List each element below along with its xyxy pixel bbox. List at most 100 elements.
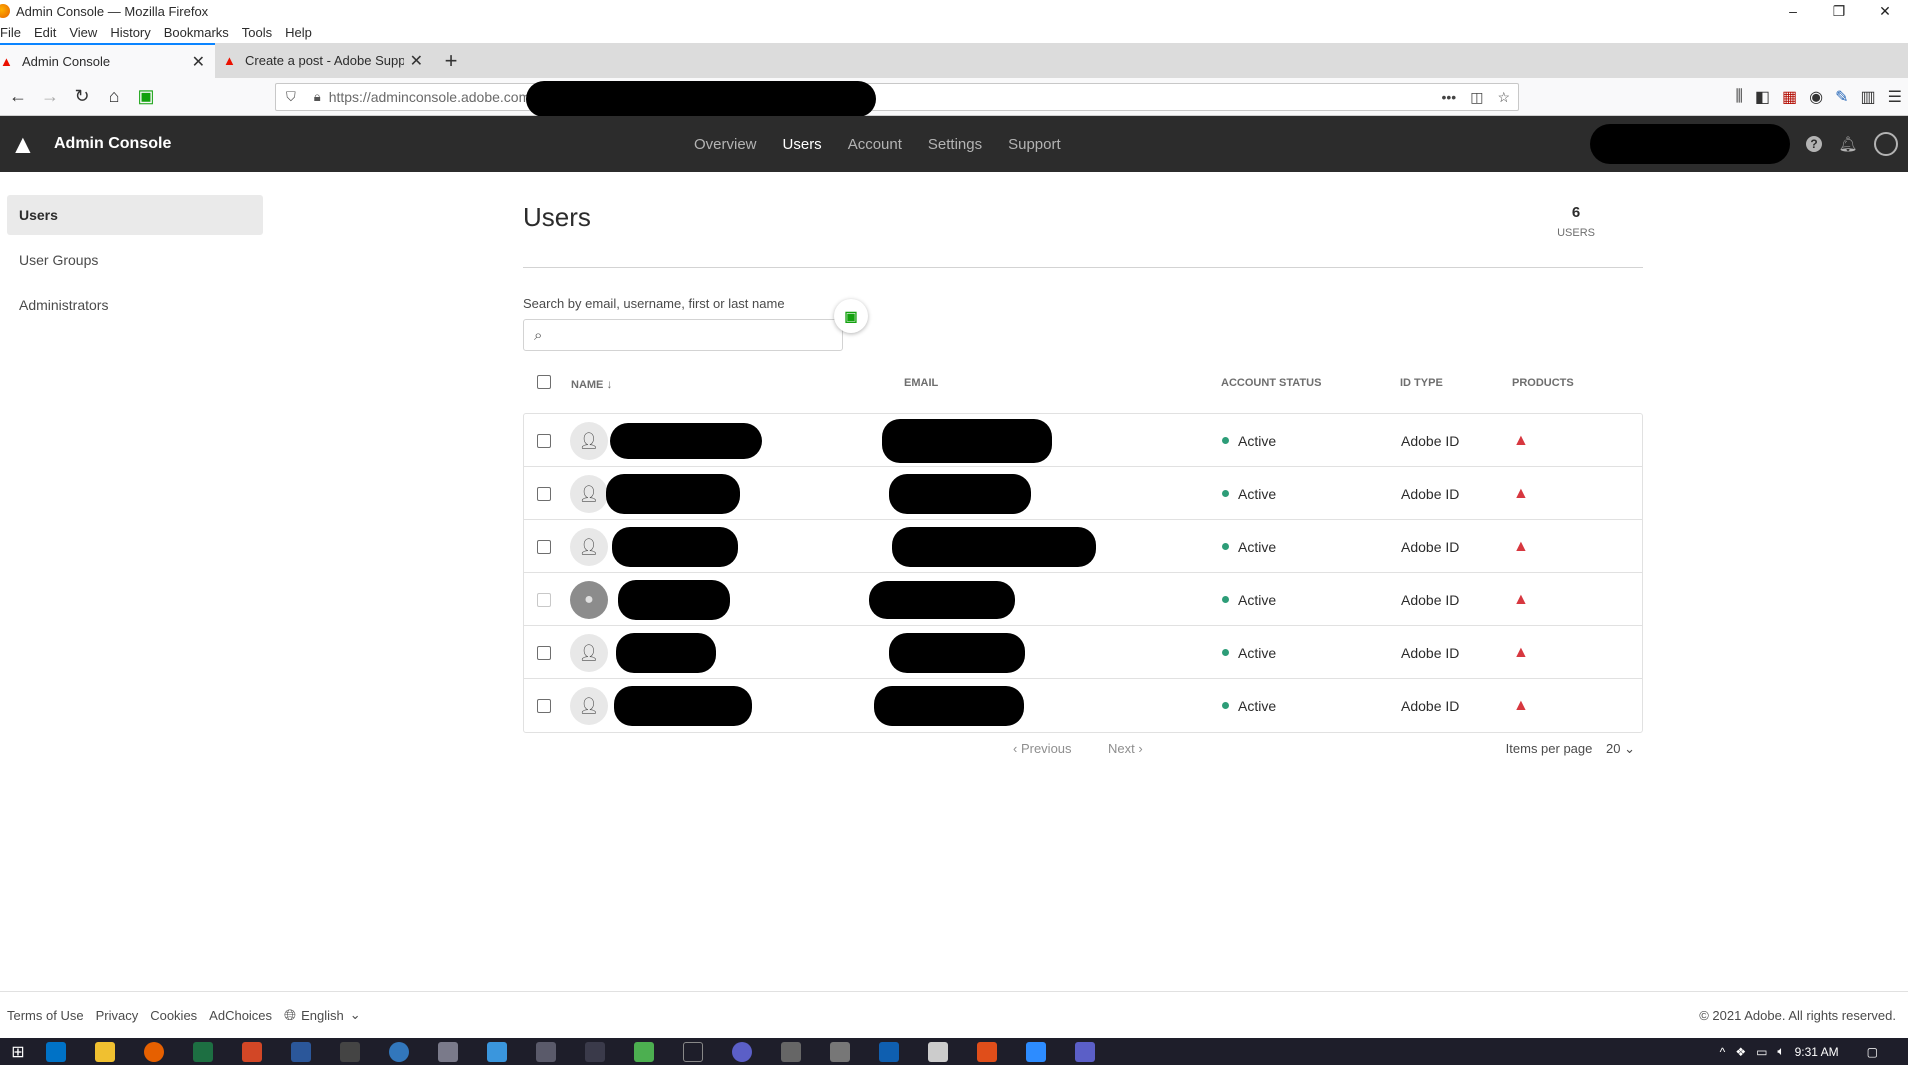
firefox-taskbar-icon[interactable]: [144, 1041, 164, 1062]
table-row[interactable]: 👤︎ Active Adobe ID ▲: [524, 520, 1642, 573]
close-window-button[interactable]: ✕: [1862, 0, 1908, 22]
footer-link-adchoices[interactable]: AdChoices: [209, 1008, 272, 1023]
row-checkbox[interactable]: [537, 679, 551, 732]
back-button[interactable]: ←: [4, 83, 32, 111]
close-tab-icon[interactable]: ✕: [192, 52, 205, 72]
previous-button[interactable]: ‹ Previous: [1013, 741, 1072, 756]
menu-history[interactable]: History: [110, 25, 150, 40]
lock-icon[interactable]: 🔒︎: [314, 89, 321, 105]
reload-button[interactable]: ↻: [68, 83, 96, 111]
nav-support[interactable]: Support: [1008, 136, 1061, 153]
table-row[interactable]: ● Active Adobe ID ▲: [524, 573, 1642, 626]
menu-file[interactable]: File: [0, 25, 21, 40]
app-icon[interactable]: [781, 1041, 801, 1062]
app-icon[interactable]: [732, 1041, 752, 1062]
acrobat-icon[interactable]: [683, 1041, 703, 1062]
menu-bookmarks[interactable]: Bookmarks: [164, 25, 229, 40]
app-icon[interactable]: [879, 1041, 899, 1062]
hamburger-menu-icon[interactable]: ☰: [1888, 87, 1902, 107]
clock[interactable]: 9:31 AM: [1795, 1045, 1839, 1059]
column-name[interactable]: NAME ↓: [571, 377, 612, 391]
minimize-button[interactable]: –: [1770, 0, 1816, 22]
footer-link-cookies[interactable]: Cookies: [150, 1008, 197, 1023]
terminal-icon[interactable]: [340, 1041, 360, 1062]
bell-icon[interactable]: 🔔︎: [1838, 134, 1858, 154]
tray-overflow-icon[interactable]: ^: [1720, 1045, 1726, 1059]
items-per-page-select[interactable]: 20 ⌄: [1606, 741, 1635, 756]
warning-icon[interactable]: ▲: [1513, 644, 1529, 662]
sidebar-item-user-groups[interactable]: User Groups: [7, 240, 263, 280]
extension-badge-icon[interactable]: ✎: [1835, 87, 1848, 107]
pdf-icon[interactable]: ▦: [1782, 87, 1797, 107]
language-selector[interactable]: 🌐︎ English ⌄: [284, 1007, 361, 1024]
app-icon[interactable]: [928, 1041, 948, 1062]
powerpoint-icon[interactable]: [242, 1041, 262, 1062]
pocket-icon[interactable]: ◫: [1470, 89, 1483, 106]
sidebar-item-users[interactable]: Users: [7, 195, 263, 235]
user-name-redacted[interactable]: [612, 520, 738, 573]
home-button[interactable]: ⌂: [100, 83, 128, 111]
menu-tools[interactable]: Tools: [242, 25, 272, 40]
teams-icon[interactable]: [1075, 1041, 1095, 1062]
bookmark-star-icon[interactable]: ☆: [1497, 89, 1510, 106]
footer-link-terms[interactable]: Terms of Use: [7, 1008, 84, 1023]
windows-start-icon[interactable]: ⊞: [8, 1042, 28, 1062]
warning-icon[interactable]: ▲: [1513, 697, 1529, 715]
page-actions-icon[interactable]: •••: [1441, 89, 1456, 106]
dropbox-icon[interactable]: ❖: [1735, 1045, 1746, 1059]
barcode-icon[interactable]: ▥: [1861, 87, 1876, 107]
adobe-logo-icon[interactable]: ▲: [10, 131, 38, 157]
user-name-redacted[interactable]: [616, 626, 716, 679]
sidebar-item-administrators[interactable]: Administrators: [7, 285, 263, 325]
warning-icon[interactable]: ▲: [1513, 591, 1529, 609]
user-avatar-icon[interactable]: [1874, 132, 1898, 156]
edge-icon[interactable]: [389, 1041, 409, 1062]
search-input[interactable]: [558, 324, 828, 346]
notification-icon[interactable]: ▢: [1867, 1045, 1878, 1059]
app-title[interactable]: Admin Console: [54, 135, 171, 153]
app-icon[interactable]: [585, 1041, 605, 1062]
app-icon[interactable]: [830, 1041, 850, 1062]
app-icon[interactable]: [977, 1041, 997, 1062]
nav-settings[interactable]: Settings: [928, 136, 982, 153]
url-bar[interactable]: ⛉ 🔒︎ https://adminconsole.adobe.com ••• …: [275, 81, 1519, 117]
user-name-redacted[interactable]: [606, 467, 740, 520]
forward-button[interactable]: →: [36, 83, 64, 111]
word-icon[interactable]: [291, 1041, 311, 1062]
sort-down-arrow-icon[interactable]: ↓: [606, 377, 612, 391]
user-name-redacted[interactable]: [618, 573, 730, 626]
library-icon[interactable]: ⫼: [1736, 88, 1743, 106]
row-checkbox[interactable]: [537, 414, 551, 467]
table-row[interactable]: 👤︎ Active Adobe ID ▲: [524, 414, 1642, 467]
row-checkbox[interactable]: [537, 573, 551, 626]
footer-link-privacy[interactable]: Privacy: [96, 1008, 139, 1023]
user-name-redacted[interactable]: [614, 679, 752, 732]
calculator-icon[interactable]: [536, 1041, 556, 1062]
nav-users[interactable]: Users: [783, 136, 822, 153]
nav-overview[interactable]: Overview: [694, 136, 757, 153]
app-icon[interactable]: [487, 1041, 507, 1062]
row-checkbox[interactable]: [537, 467, 551, 520]
help-icon[interactable]: ?: [1806, 136, 1822, 152]
zoom-icon[interactable]: [1026, 1041, 1046, 1062]
shield-icon[interactable]: ⛉: [286, 89, 296, 105]
row-checkbox[interactable]: [537, 520, 551, 573]
menu-help[interactable]: Help: [285, 25, 312, 40]
next-button[interactable]: Next ›: [1108, 741, 1143, 756]
restore-button[interactable]: ❐: [1816, 0, 1862, 22]
tab-admin-console[interactable]: ▲ Admin Console ✕: [0, 43, 215, 78]
search-box[interactable]: ⌕: [523, 319, 843, 351]
app-icon[interactable]: [438, 1041, 458, 1062]
sidebar-icon[interactable]: ◧: [1755, 87, 1770, 107]
network-icon[interactable]: ▭: [1756, 1045, 1767, 1059]
warning-icon[interactable]: ▲: [1513, 538, 1529, 556]
menu-view[interactable]: View: [69, 25, 97, 40]
excel-icon[interactable]: [193, 1041, 213, 1062]
warning-icon[interactable]: ▲: [1513, 432, 1529, 450]
menu-edit[interactable]: Edit: [34, 25, 56, 40]
file-explorer-icon[interactable]: [95, 1041, 115, 1062]
url-text[interactable]: https://adminconsole.adobe.com: [329, 89, 531, 105]
outlook-icon[interactable]: [46, 1041, 66, 1062]
warning-icon[interactable]: ▲: [1513, 485, 1529, 503]
volume-icon[interactable]: 🔈︎: [1777, 1044, 1784, 1059]
